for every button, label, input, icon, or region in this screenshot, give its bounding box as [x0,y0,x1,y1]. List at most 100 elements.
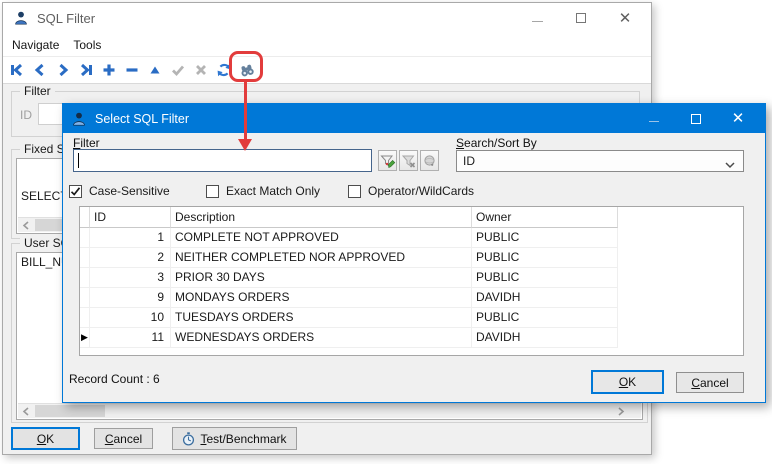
select-sql-filter-dialog: Select SQL Filter ✕ Filter Search/Sort B… [62,103,766,403]
checkbox-label: Exact Match Only [226,184,321,198]
plus-icon [103,64,115,76]
apply-filter-button[interactable] [378,150,397,171]
search-sort-value: ID [463,154,475,168]
post-edit-button[interactable] [170,62,186,78]
checkbox-unchecked-icon [206,184,219,198]
test-label-rest: est/Benchmark [206,431,287,446]
table-row[interactable]: 10 TUESDAYS ORDERS PUBLIC [80,308,743,328]
dialog-cancel-button[interactable]: Cancel [676,372,744,393]
main-title-bar: SQL Filter ✕ [3,3,651,33]
search-sort-combobox[interactable]: ID [456,150,744,172]
minus-icon [126,68,138,72]
annotation-arrow-line [244,82,247,139]
exact-match-checkbox[interactable]: Exact Match Only [206,184,320,198]
clear-filter-button[interactable] [399,150,418,171]
prior-record-icon [34,63,44,77]
filter-results-table[interactable]: ID Description Owner 1 COMPLETE NOT APPRO… [79,206,744,356]
triangle-up-icon [150,66,160,74]
cancel-label-rest: ancel [699,375,729,390]
table-row[interactable]: 3 PRIOR 30 DAYS PUBLIC [80,268,743,288]
operator-wildcards-checkbox[interactable]: Operator/WildCards [348,184,474,198]
test-benchmark-button[interactable]: Test/Benchmark [172,427,297,450]
screenshot-stage: SQL Filter ✕ Navigate Tools Filter ID Fi… [0,0,772,464]
record-count: Record Count : 6 [69,372,160,386]
stopwatch-icon [183,431,195,446]
main-cancel-button[interactable]: Cancel [94,428,153,449]
annotation-arrow-head [238,139,252,151]
delete-record-button[interactable] [124,62,140,78]
case-sensitive-checkbox[interactable]: Case-Sensitive [69,184,170,198]
table-row-active[interactable]: ▶ 11 WEDNESDAYS ORDERS DAVIDH [80,328,743,348]
scroll-left-icon[interactable] [18,218,34,232]
edit-record-button[interactable] [147,62,163,78]
next-record-icon [59,63,69,77]
ok-label: O [618,375,629,389]
cancel-label-rest: ancel [113,431,143,446]
menu-bar: Navigate Tools [3,33,651,56]
filter-options-button[interactable] [420,150,439,171]
cancel-edit-button[interactable] [193,62,209,78]
close-icon: ✕ [618,9,632,27]
toolbar [3,56,651,84]
table-row[interactable]: 2 NEITHER COMPLETED NOR APPROVED PUBLIC [80,248,743,268]
active-row-indicator: ▶ [81,332,88,342]
row-indicator-header [80,207,90,228]
insert-record-button[interactable] [101,62,117,78]
menu-tools[interactable]: Tools [73,38,101,52]
ok-label: O [36,431,47,446]
close-button[interactable]: ✕ [603,3,647,33]
annotation-highlight-box [229,51,263,82]
table-row[interactable]: 9 MONDAYS ORDERS DAVIDH [80,288,743,308]
scroll-thumb[interactable] [35,405,105,417]
last-record-icon [80,63,92,77]
dialog-minimize-button[interactable] [633,104,675,133]
user-icon [13,10,29,26]
dialog-filter-input[interactable] [73,149,372,172]
user-icon [71,111,87,127]
checkbox-checked-icon [69,184,82,198]
last-record-button[interactable] [78,62,94,78]
dialog-maximize-button[interactable] [675,104,717,133]
window-title: SQL Filter [37,10,96,26]
scroll-right-icon[interactable] [613,404,629,418]
filter-options-icon [423,154,435,166]
first-record-icon [11,63,23,77]
column-header-description[interactable]: Description [171,207,472,228]
maximize-icon [691,113,701,124]
dialog-ok-button[interactable]: OK [591,370,664,394]
maximize-icon [576,13,586,23]
dialog-filter-label: Filter [73,136,100,150]
dialog-close-button[interactable]: ✕ [717,104,759,133]
prior-record-button[interactable] [32,62,48,78]
column-header-owner[interactable]: Owner [472,207,618,228]
minimize-icon [531,21,543,22]
filter-clear-icon [401,155,415,168]
x-icon [196,65,206,75]
dialog-title: Select SQL Filter [95,111,190,126]
dialog-window-controls: ✕ [633,104,759,133]
ok-label-rest: K [628,375,637,389]
table-header-row: ID Description Owner [80,207,743,228]
cancel-label: C [691,375,700,390]
scroll-left-icon[interactable] [18,404,34,418]
menu-navigate[interactable]: Navigate [12,38,59,52]
checkbox-unchecked-icon [348,184,361,198]
minimize-icon [649,121,659,122]
next-record-button[interactable] [55,62,71,78]
table-row[interactable]: 1 COMPLETE NOT APPROVED PUBLIC [80,228,743,248]
user-sql-hscrollbar[interactable] [18,403,641,418]
main-ok-button[interactable]: OK [11,427,80,450]
text-caret [78,153,79,168]
check-icon [172,65,185,77]
column-header-id[interactable]: ID [90,207,171,228]
checkbox-label: Operator/WildCards [368,184,475,198]
maximize-button[interactable] [559,3,603,33]
search-sort-label: Search/Sort By [456,136,537,150]
ok-label-rest: K [46,431,55,446]
id-label: ID [20,108,32,122]
main-filter-group-label: Filter [20,84,55,98]
dialog-title-bar: Select SQL Filter ✕ [63,104,765,133]
first-record-button[interactable] [9,62,25,78]
filter-apply-icon [379,155,395,168]
minimize-button[interactable] [515,3,559,33]
